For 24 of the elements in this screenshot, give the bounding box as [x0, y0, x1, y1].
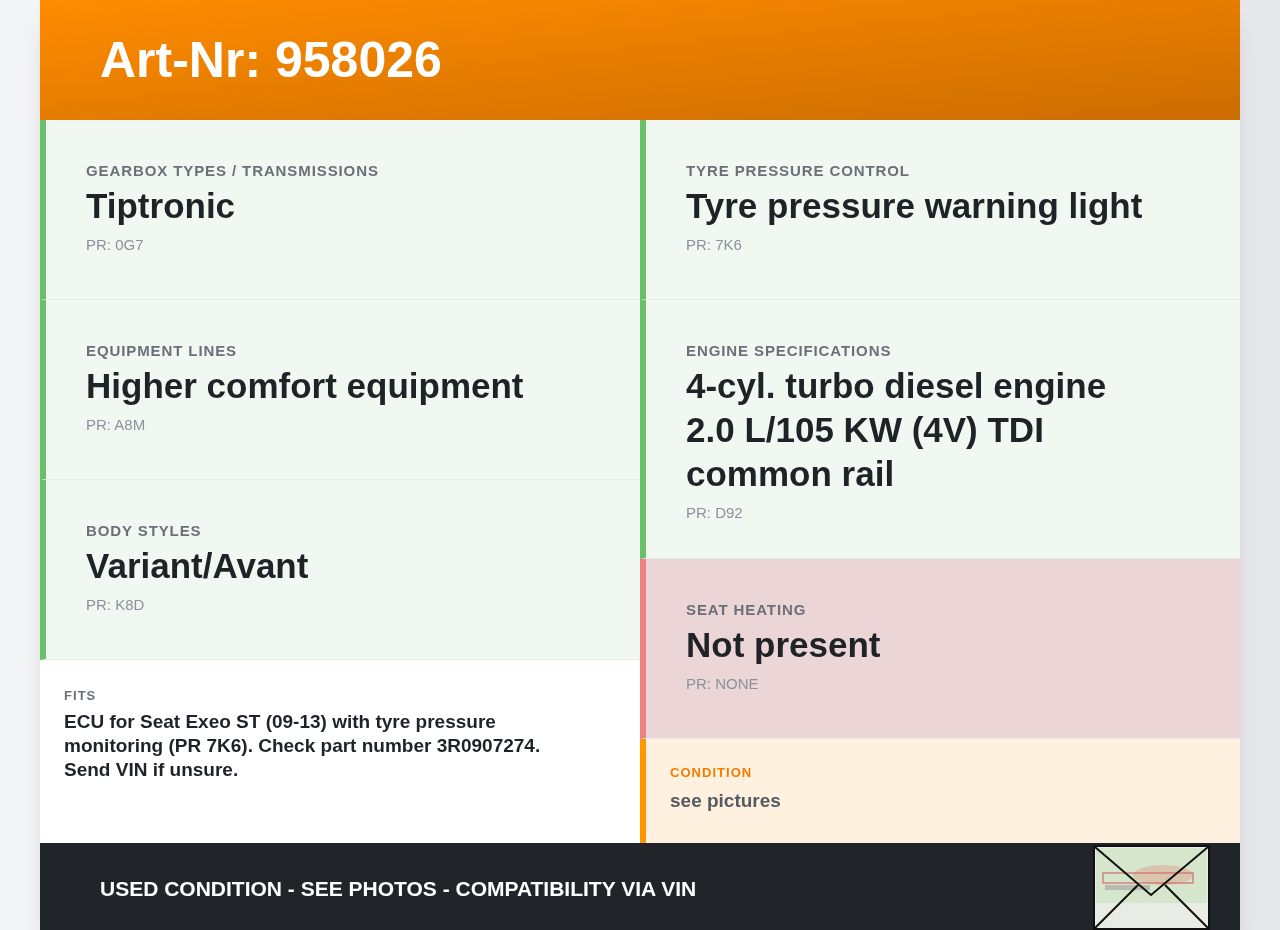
feature-label: ENGINE SPECIFICATIONS — [686, 341, 893, 361]
condition-label: CONDITION — [670, 764, 754, 782]
feature-value: Tyre pressure warning light — [686, 184, 1144, 227]
feature-value: Variant/Avant — [86, 544, 310, 587]
pr-code: PR: NONE — [686, 673, 760, 694]
condition-value: see pictures — [670, 788, 782, 813]
pr-code: PR: 7K6 — [686, 234, 743, 255]
pr-code: PR: A8M — [86, 414, 147, 435]
fits-description: ECU for Seat Exeo ST (09-13) with tyre pressure monitoring (PR 7K6). Check part number 3R0907274. Send VIN if unsure. — [64, 709, 542, 782]
feature-value: 4-cyl. turbo diesel engine 2.0 L/105 KW (4V) TDI common rail — [686, 364, 1108, 495]
feature-label: BODY STYLES — [86, 521, 203, 541]
footer-notice: USED CONDITION - SEE PHOTOS - COMPATIBILITY VIA VIN — [100, 876, 698, 902]
article-number-title: Art-Nr: 958026 — [100, 30, 442, 90]
feature-value: Higher comfort equipment — [86, 364, 525, 407]
pr-code: PR: D92 — [686, 502, 744, 523]
feature-value: Tiptronic — [86, 184, 237, 227]
fits-label: FITS — [64, 687, 98, 705]
feature-label: SEAT HEATING — [686, 600, 808, 620]
feature-value: Not present — [686, 623, 882, 666]
pr-code: PR: 0G7 — [86, 234, 145, 255]
feature-label: GEARBOX TYPES / TRANSMISSIONS — [86, 161, 380, 181]
feature-label: TYRE PRESSURE CONTROL — [686, 161, 911, 181]
feature-label: EQUIPMENT LINES — [86, 341, 238, 361]
pr-code: PR: K8D — [86, 594, 146, 615]
